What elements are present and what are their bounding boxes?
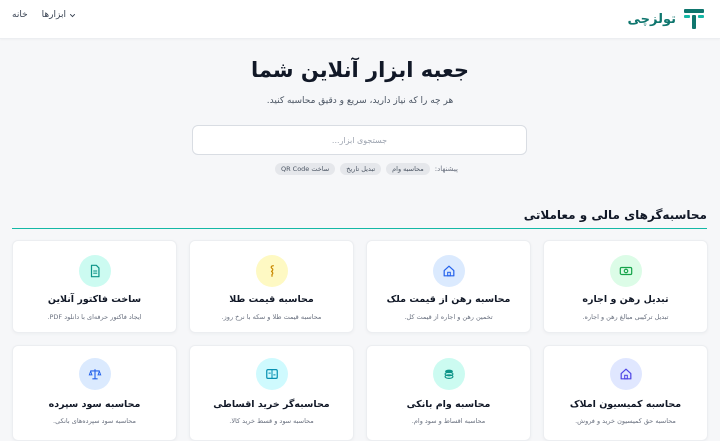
tool-card-invoice[interactable]: ساخت فاکتور آنلاین ایجاد فاکتور حرفه‌ای … — [12, 240, 177, 333]
gold-icon — [270, 265, 274, 277]
hero-title: جعبه ابزار آنلاین شما — [250, 58, 470, 82]
card-icon-bg — [610, 255, 642, 287]
tool-card-bank-loan[interactable]: محاسبه وام بانکی محاسبه اقساط و سود وام. — [366, 345, 531, 441]
suggestions-bar: پیشنهاد: محاسبه وام تبدیل تاریخ ساخت QR … — [268, 162, 458, 176]
card-icon-bg — [79, 358, 111, 390]
card-icon-bg — [256, 255, 288, 287]
suggestions-label: پیشنهاد: — [434, 165, 458, 173]
nav-home-link[interactable]: خانه — [12, 10, 28, 20]
card-title: محاسبه قیمت طلا — [229, 294, 314, 305]
tool-card-mortgage-from-price[interactable]: محاسبه رهن از قیمت ملک تخمین رهن و اجاره… — [366, 240, 531, 333]
card-icon-bg — [433, 255, 465, 287]
card-description: ایجاد فاکتور حرفه‌ای با دانلود PDF. — [47, 313, 142, 321]
chevron-down-icon — [69, 13, 76, 17]
card-icon-bg — [256, 358, 288, 390]
card-title: محاسبه رهن از قیمت ملک — [386, 294, 511, 305]
top-header: تولزچی ابزارها خانه — [0, 0, 720, 39]
hero-subtitle: هر چه را که نیاز دارید، سریع و دقیق محاس… — [266, 96, 454, 106]
tool-card-gold-price[interactable]: محاسبه قیمت طلا محاسبه قیمت طلا و سکه با… — [189, 240, 354, 333]
tool-search-input[interactable] — [192, 125, 527, 155]
card-title: ساخت فاکتور آنلاین — [47, 294, 142, 305]
suggestion-chip-date[interactable]: تبدیل تاریخ — [340, 163, 382, 175]
card-title: تبدیل رهن و اجاره — [582, 294, 669, 305]
tool-card-rent-convert[interactable]: تبدیل رهن و اجاره تبدیل ترکیبی مبالغ رهن… — [543, 240, 708, 333]
coin-icon — [444, 369, 454, 379]
main-nav: ابزارها خانه — [12, 10, 76, 20]
home-icon — [443, 265, 455, 277]
section-title: محاسبه‌گرهای مالی و معاملاتی — [523, 208, 707, 222]
suggestion-chip-loan[interactable]: محاسبه وام — [386, 163, 430, 175]
card-description: تخمین رهن و اجاره از قیمت کل. — [404, 313, 493, 321]
section-divider — [12, 228, 707, 229]
card-description: محاسبه حق کمیسیون خرید و فروش. — [575, 417, 676, 425]
card-title: محاسبه کمیسیون املاک — [569, 399, 682, 410]
card-description: محاسبه قیمت طلا و سکه با نرخ روز. — [221, 313, 322, 321]
tool-card-deposit-interest[interactable]: محاسبه سود سپرده محاسبه سود سپرده‌های با… — [12, 345, 177, 441]
card-title: محاسبه وام بانکی — [406, 399, 491, 410]
tool-card-installment-purchase[interactable]: محاسبه‌گر خرید اقساطی محاسبه سود و قسط خ… — [189, 345, 354, 441]
suggestion-chip-qr[interactable]: ساخت QR Code — [274, 163, 336, 175]
site-logo[interactable]: تولزچی — [627, 6, 706, 32]
nav-tools-dropdown[interactable]: ابزارها — [42, 10, 76, 20]
nav-home-label: خانه — [12, 10, 28, 20]
card-title: محاسبه‌گر خرید اقساطی — [213, 399, 330, 410]
house-icon — [620, 368, 632, 380]
calculator-icon — [266, 369, 278, 379]
card-description: محاسبه اقساط و سود وام. — [411, 417, 486, 425]
card-title: محاسبه سود سپرده — [48, 399, 141, 410]
card-icon-bg — [79, 255, 111, 287]
scale-icon — [88, 369, 102, 380]
card-icon-bg — [610, 358, 642, 390]
tool-card-realestate-commission[interactable]: محاسبه کمیسیون املاک محاسبه حق کمیسیون خ… — [543, 345, 708, 441]
card-icon-bg — [433, 358, 465, 390]
logo-mark-icon — [684, 9, 704, 29]
nav-tools-label: ابزارها — [41, 10, 66, 20]
document-icon — [90, 264, 100, 278]
card-description: محاسبه سود سپرده‌های بانکی. — [53, 417, 136, 425]
card-description: تبدیل ترکیبی مبالغ رهن و اجاره. — [582, 313, 669, 321]
card-description: محاسبه سود و قسط خرید کالا. — [229, 417, 314, 425]
logo-text: تولزچی — [627, 11, 676, 27]
money-icon — [619, 266, 633, 276]
